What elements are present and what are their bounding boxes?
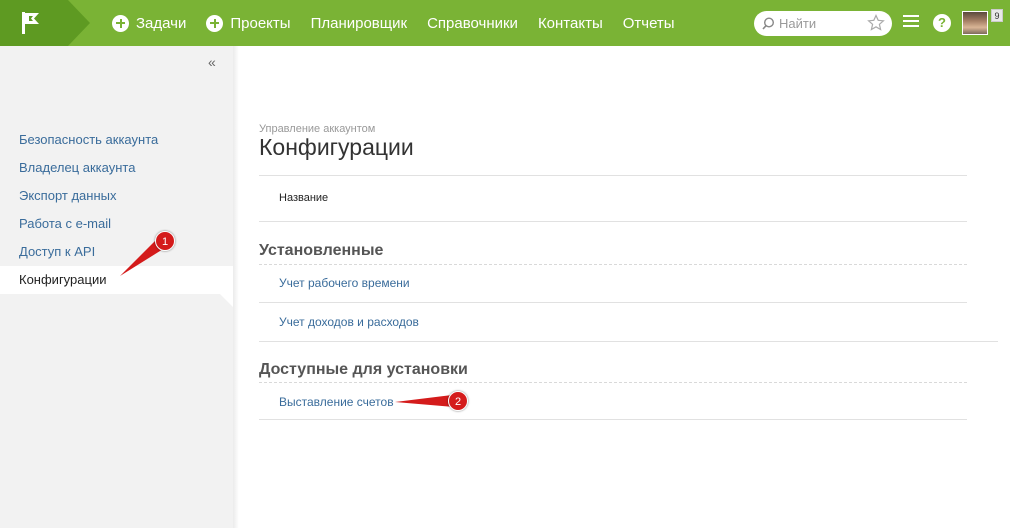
plus-icon bbox=[206, 14, 224, 32]
help-icon[interactable]: ? bbox=[933, 14, 951, 32]
avatar[interactable] bbox=[962, 11, 988, 35]
sidebar-item-account-owner[interactable]: Владелец аккаунта bbox=[0, 154, 233, 182]
divider bbox=[259, 302, 967, 303]
nav-projects-label: Проекты bbox=[230, 14, 291, 32]
sidebar-item-account-security[interactable]: Безопасность аккаунта bbox=[0, 126, 233, 154]
sidebar-item-configurations[interactable]: Конфигурации bbox=[0, 266, 233, 294]
config-invoicing-link[interactable]: Выставление счетов bbox=[279, 395, 394, 409]
nav-projects[interactable]: Проекты bbox=[206, 14, 291, 32]
dashed-divider bbox=[259, 264, 967, 265]
collapse-sidebar-icon[interactable]: « bbox=[208, 54, 216, 70]
sidebar-shadow bbox=[233, 46, 239, 528]
notification-badge[interactable]: 9 bbox=[991, 9, 1003, 22]
divider bbox=[259, 419, 967, 420]
logo-arrow-shape bbox=[68, 0, 90, 46]
nav-directories-label: Справочники bbox=[427, 14, 518, 32]
nav-planner-label: Планировщик bbox=[310, 14, 408, 32]
sidebar-item-data-export[interactable]: Экспорт данных bbox=[0, 182, 233, 210]
star-icon[interactable] bbox=[867, 14, 885, 32]
annotation-marker-2: 2 bbox=[448, 391, 468, 411]
main-content: Управление аккаунтом Конфигурации Назван… bbox=[259, 46, 999, 528]
divider bbox=[259, 221, 967, 222]
sidebar: « Безопасность аккаунта Владелец аккаунт… bbox=[0, 46, 234, 528]
plus-icon bbox=[112, 14, 129, 32]
divider bbox=[259, 175, 967, 176]
nav-contacts-label: Контакты bbox=[537, 14, 603, 32]
sidebar-item-email[interactable]: Работа с e-mail bbox=[0, 210, 233, 238]
main-menu: Задачи Проекты Планировщик Справочники К… bbox=[112, 0, 695, 46]
flag-logo-icon bbox=[22, 12, 39, 34]
hamburger-menu-icon[interactable] bbox=[903, 15, 919, 29]
annotation-marker-1: 1 bbox=[155, 231, 175, 251]
page-title: Конфигурации bbox=[259, 134, 414, 160]
nav-directories[interactable]: Справочники bbox=[427, 15, 518, 32]
sidebar-item-api-access[interactable]: Доступ к API bbox=[0, 238, 233, 266]
dashed-divider bbox=[259, 382, 967, 383]
search-input[interactable] bbox=[779, 16, 859, 31]
top-navigation-bar: Задачи Проекты Планировщик Справочники К… bbox=[0, 0, 1010, 46]
config-time-tracking-link[interactable]: Учет рабочего времени bbox=[279, 276, 410, 290]
sidebar-menu: Безопасность аккаунта Владелец аккаунта … bbox=[0, 126, 233, 294]
section-available-title: Доступные для установки bbox=[259, 361, 468, 378]
nav-reports[interactable]: Отчеты bbox=[623, 15, 675, 32]
logo[interactable] bbox=[0, 0, 68, 46]
nav-planner[interactable]: Планировщик bbox=[311, 15, 407, 32]
nav-contacts[interactable]: Контакты bbox=[538, 15, 603, 32]
section-installed-title: Установленные bbox=[259, 242, 384, 259]
search-box bbox=[754, 11, 892, 36]
divider bbox=[259, 341, 998, 342]
nav-tasks-label: Задачи bbox=[136, 14, 187, 32]
search-icon bbox=[762, 17, 775, 30]
nav-tasks[interactable]: Задачи bbox=[112, 14, 187, 32]
active-item-pointer bbox=[220, 280, 234, 308]
config-income-expenses-link[interactable]: Учет доходов и расходов bbox=[279, 315, 419, 329]
nav-reports-label: Отчеты bbox=[622, 14, 675, 32]
column-header-name: Название bbox=[279, 192, 329, 204]
